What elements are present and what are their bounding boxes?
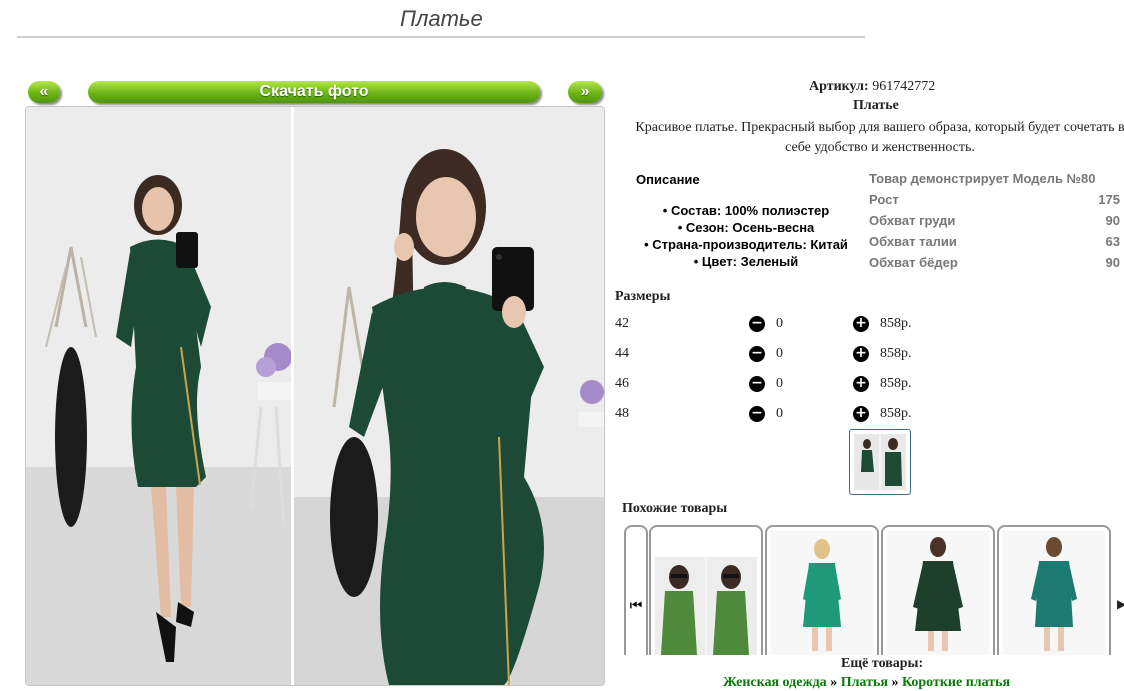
description-item-color: Цвет: Зеленый bbox=[622, 253, 870, 270]
sizes-heading: Размеры bbox=[615, 289, 671, 304]
description-list: Состав: 100% полиэстер Сезон: Осень-весн… bbox=[622, 202, 870, 270]
chevron-left-icon: ⏮ bbox=[629, 599, 643, 614]
model-row-height: Рост 175 bbox=[869, 191, 1120, 212]
similar-product-card[interactable] bbox=[997, 525, 1111, 655]
title-divider bbox=[17, 36, 865, 38]
description-item-composition: Состав: 100% полиэстер bbox=[622, 202, 870, 219]
minus-icon[interactable]: − bbox=[749, 316, 765, 332]
breadcrumb-dresses[interactable]: Платья bbox=[841, 675, 888, 690]
size-row-48: 48 − 0 + 858р. bbox=[615, 406, 935, 426]
carousel-next-button[interactable]: ▶ bbox=[1113, 525, 1124, 653]
download-photo-button[interactable]: Скачать фото bbox=[88, 81, 540, 103]
article-number: Артикул: 961742772 bbox=[809, 79, 935, 95]
breadcrumb-separator: » bbox=[830, 675, 838, 690]
model-row-label: Обхват бёдер bbox=[869, 255, 958, 270]
similar-product-card[interactable] bbox=[649, 525, 763, 655]
breadcrumb-separator: » bbox=[891, 675, 899, 690]
model-row-label: Рост bbox=[869, 192, 899, 207]
page-title: Платье bbox=[400, 6, 483, 31]
model-row-value: 63 bbox=[1105, 234, 1120, 249]
photo-thumbnail[interactable] bbox=[849, 429, 911, 495]
model-row-hips: Обхват бёдер 90 bbox=[869, 254, 1120, 275]
size-label: 42 bbox=[615, 316, 629, 331]
model-row-label: Обхват груди bbox=[869, 213, 956, 228]
model-row-waist: Обхват талии 63 bbox=[869, 233, 1120, 254]
size-quantity: 0 bbox=[776, 346, 783, 361]
description-item-season: Сезон: Осень-весна bbox=[622, 219, 870, 236]
prev-photo-button[interactable]: « bbox=[28, 81, 60, 103]
model-row-chest: Обхват груди 90 bbox=[869, 212, 1120, 233]
breadcrumb-short-dresses[interactable]: Короткие платья bbox=[902, 675, 1010, 690]
size-label: 48 bbox=[615, 406, 629, 421]
similar-product-card[interactable] bbox=[881, 525, 995, 655]
plus-icon[interactable]: + bbox=[853, 376, 869, 392]
plus-icon[interactable]: + bbox=[853, 316, 869, 332]
article-label: Артикул: bbox=[809, 79, 869, 94]
model-heading: Товар демонстрирует Модель №80 bbox=[869, 170, 1120, 191]
model-row-label: Обхват талии bbox=[869, 234, 957, 249]
description-item-country: Страна-производитель: Китай bbox=[622, 236, 870, 253]
size-label: 46 bbox=[615, 376, 629, 391]
product-description: Красивое платье. Прекрасный выбор для ва… bbox=[635, 120, 1124, 155]
minus-icon[interactable]: − bbox=[749, 376, 765, 392]
model-measurements: Товар демонстрирует Модель №80 Рост 175 … bbox=[869, 170, 1120, 275]
model-row-value: 90 bbox=[1105, 255, 1120, 270]
similar-heading: Похожие товары bbox=[622, 501, 728, 516]
model-heading-text: Товар демонстрирует Модель №80 bbox=[869, 171, 1096, 186]
article-value: 961742772 bbox=[872, 79, 936, 94]
size-row-46: 46 − 0 + 858р. bbox=[615, 376, 935, 396]
photo-closeup bbox=[294, 107, 604, 685]
carousel-prev-button[interactable]: ⏮ bbox=[624, 525, 648, 655]
more-products-label: Ещё товары: bbox=[841, 656, 924, 671]
breadcrumb-womens-clothing[interactable]: Женская одежда bbox=[723, 675, 827, 690]
plus-icon[interactable]: + bbox=[853, 406, 869, 422]
product-photo[interactable] bbox=[25, 106, 605, 686]
similar-product-card[interactable] bbox=[765, 525, 879, 655]
model-row-value: 175 bbox=[1098, 192, 1120, 207]
next-photo-button[interactable]: » bbox=[568, 81, 602, 103]
photo-full-length bbox=[26, 107, 291, 685]
size-price: 858р. bbox=[880, 346, 912, 361]
size-price: 858р. bbox=[880, 406, 912, 421]
product-name: Платье bbox=[853, 98, 899, 113]
size-quantity: 0 bbox=[776, 406, 783, 421]
size-price: 858р. bbox=[880, 316, 912, 331]
size-quantity: 0 bbox=[776, 376, 783, 391]
size-row-44: 44 − 0 + 858р. bbox=[615, 346, 935, 366]
description-heading: Описание bbox=[636, 172, 700, 187]
model-row-value: 90 bbox=[1105, 213, 1120, 228]
size-price: 858р. bbox=[880, 376, 912, 391]
minus-icon[interactable]: − bbox=[749, 406, 765, 422]
minus-icon[interactable]: − bbox=[749, 346, 765, 362]
size-quantity: 0 bbox=[776, 316, 783, 331]
chevron-right-icon: ▶ bbox=[1117, 597, 1124, 611]
size-row-42: 42 − 0 + 858р. bbox=[615, 316, 935, 336]
plus-icon[interactable]: + bbox=[853, 346, 869, 362]
size-label: 44 bbox=[615, 346, 629, 361]
